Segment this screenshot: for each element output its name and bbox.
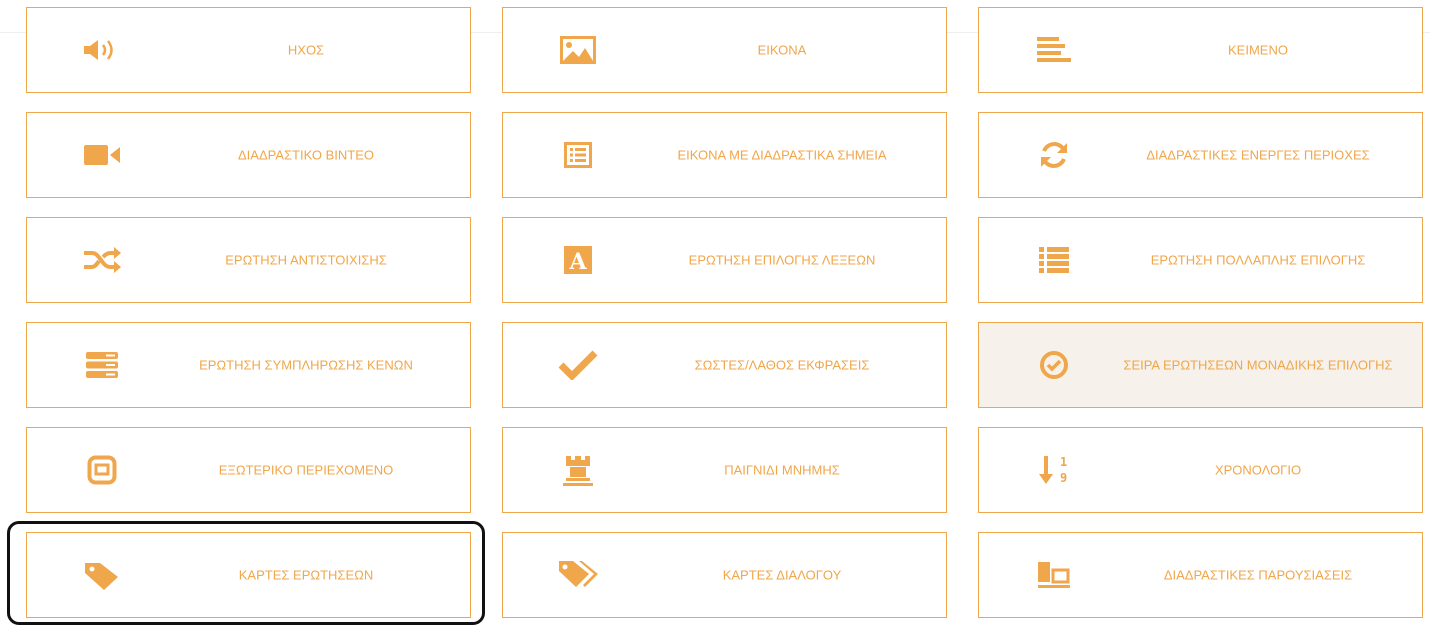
checkmark-icon bbox=[553, 345, 603, 385]
svg-text:A: A bbox=[568, 249, 587, 275]
tile-label: ΔΙΑΔΡΑΣΤΙΚΕΣ ΕΝΕΡΓΕΣ ΠΕΡΙΟΧΕΣ bbox=[1146, 147, 1370, 163]
tile-label: ΣΕΙΡΑ ΕΡΩΤΗΣΕΩΝ ΜΟΝΑΔΙΚΗΣ ΕΠΙΛΟΓΗΣ bbox=[1123, 357, 1393, 373]
tile-text[interactable]: ΚΕΙΜΕΝΟ bbox=[978, 7, 1423, 93]
shuffle-icon bbox=[77, 240, 127, 280]
tile-word-choice-question[interactable]: A ΕΡΩΤΗΣΗ ΕΠΙΛΟΓΗΣ ΛΕΞΕΩΝ bbox=[502, 217, 947, 303]
tile-interactive-presentations[interactable]: ΔΙΑΔΡΑΣΤΙΚΕΣ ΠΑΡΟΥΣΙΑΣΕΙΣ bbox=[978, 532, 1423, 618]
tile-label: ΕΡΩΤΗΣΗ ΑΝΤΙΣΤΟΙΧΙΣΗΣ bbox=[225, 252, 387, 268]
font-a-icon: A bbox=[553, 240, 603, 280]
content-type-grid: ΗΧΟΣ ΕΙΚΟΝΑ ΚΕΙΜΕΝΟ ΔΙΑΔΡΑΣΤΙΚΟ ΒΙΝΤΕΟ Ε… bbox=[0, 0, 1430, 627]
tile-label: ΚΑΡΤΕΣ ΕΡΩΤΗΣΕΩΝ bbox=[238, 567, 374, 583]
tile-interactive-active-areas[interactable]: ΔΙΑΔΡΑΣΤΙΚΕΣ ΕΝΕΡΓΕΣ ΠΕΡΙΟΧΕΣ bbox=[978, 112, 1423, 198]
tags-icon bbox=[553, 555, 603, 595]
tile-label: ΕΡΩΤΗΣΗ ΠΟΛΛΑΠΛΗΣ ΕΠΙΛΟΓΗΣ bbox=[1150, 252, 1366, 268]
tile-label: ΕΙΚΟΝΑ ΜΕ ΔΙΑΔΡΑΣΤΙΚΑ ΣΗΜΕΙΑ bbox=[677, 147, 887, 163]
tile-label: ΕΞΩΤΕΡΙΚΟ ΠΕΡΙΕΧΟΜΕΝΟ bbox=[218, 462, 394, 478]
fill-blanks-icon bbox=[77, 345, 127, 385]
tile-label: ΚΕΙΜΕΝΟ bbox=[1228, 42, 1288, 58]
rook-icon bbox=[553, 450, 603, 490]
tile-matching-question[interactable]: ΕΡΩΤΗΣΗ ΑΝΤΙΣΤΟΙΧΙΣΗΣ bbox=[26, 217, 471, 303]
list-box-icon bbox=[553, 135, 603, 175]
tile-label: ΗΧΟΣ bbox=[287, 42, 325, 58]
check-circle-icon bbox=[1029, 345, 1079, 385]
tile-audio[interactable]: ΗΧΟΣ bbox=[26, 7, 471, 93]
video-camera-icon bbox=[77, 135, 127, 175]
tile-label: ΕΙΚΟΝΑ bbox=[757, 42, 807, 58]
embed-box-icon bbox=[77, 450, 127, 490]
tile-multiple-choice-question[interactable]: ΕΡΩΤΗΣΗ ΠΟΛΛΑΠΛΗΣ ΕΠΙΛΟΓΗΣ bbox=[978, 217, 1423, 303]
svg-text:9: 9 bbox=[1060, 471, 1067, 485]
tile-interactive-video[interactable]: ΔΙΑΔΡΑΣΤΙΚΟ ΒΙΝΤΕΟ bbox=[26, 112, 471, 198]
svg-text:1: 1 bbox=[1060, 455, 1067, 469]
text-align-icon bbox=[1029, 30, 1079, 70]
tile-question-cards[interactable]: ΚΑΡΤΕΣ ΕΡΩΤΗΣΕΩΝ bbox=[26, 532, 471, 618]
tile-external-content[interactable]: ΕΞΩΤΕΡΙΚΟ ΠΕΡΙΕΧΟΜΕΝΟ bbox=[26, 427, 471, 513]
tag-icon bbox=[77, 555, 127, 595]
tile-single-choice-set[interactable]: ΣΕΙΡΑ ΕΡΩΤΗΣΕΩΝ ΜΟΝΑΔΙΚΗΣ ΕΠΙΛΟΓΗΣ bbox=[978, 322, 1423, 408]
tile-fill-blanks-question[interactable]: ΕΡΩΤΗΣΗ ΣΥΜΠΛΗΡΩΣΗΣ ΚΕΝΩΝ bbox=[26, 322, 471, 408]
bullet-list-icon bbox=[1029, 240, 1079, 280]
tile-true-false[interactable]: ΣΩΣΤΕΣ/ΛΑΘΟΣ ΕΚΦΡΑΣΕΙΣ bbox=[502, 322, 947, 408]
tile-label: ΠΑΙΓΝΙΔΙ ΜΝΗΜΗΣ bbox=[724, 462, 840, 478]
tile-dialog-cards[interactable]: ΚΑΡΤΕΣ ΔΙΑΛΟΓΟΥ bbox=[502, 532, 947, 618]
slides-icon bbox=[1029, 555, 1079, 595]
tile-label: ΧΡΟΝΟΛΟΓΙΟ bbox=[1214, 462, 1302, 478]
tile-label: ΣΩΣΤΕΣ/ΛΑΘΟΣ ΕΚΦΡΑΣΕΙΣ bbox=[694, 357, 870, 373]
tile-label: ΕΡΩΤΗΣΗ ΣΥΜΠΛΗΡΩΣΗΣ ΚΕΝΩΝ bbox=[199, 357, 413, 373]
speaker-icon bbox=[77, 30, 127, 70]
refresh-icon bbox=[1029, 135, 1079, 175]
tile-label: ΔΙΑΔΡΑΣΤΙΚΟ ΒΙΝΤΕΟ bbox=[237, 147, 374, 163]
tile-image-hotspots[interactable]: ΕΙΚΟΝΑ ΜΕ ΔΙΑΔΡΑΣΤΙΚΑ ΣΗΜΕΙΑ bbox=[502, 112, 947, 198]
tile-label: ΔΙΑΔΡΑΣΤΙΚΕΣ ΠΑΡΟΥΣΙΑΣΕΙΣ bbox=[1163, 567, 1353, 583]
tile-timeline[interactable]: 19 ΧΡΟΝΟΛΟΓΙΟ bbox=[978, 427, 1423, 513]
tile-image[interactable]: ΕΙΚΟΝΑ bbox=[502, 7, 947, 93]
tile-label: ΚΑΡΤΕΣ ΔΙΑΛΟΓΟΥ bbox=[722, 567, 842, 583]
image-icon bbox=[553, 30, 603, 70]
tile-memory-game[interactable]: ΠΑΙΓΝΙΔΙ ΜΝΗΜΗΣ bbox=[502, 427, 947, 513]
sort-numeric-icon: 19 bbox=[1029, 450, 1079, 490]
tile-label: ΕΡΩΤΗΣΗ ΕΠΙΛΟΓΗΣ ΛΕΞΕΩΝ bbox=[688, 252, 876, 268]
